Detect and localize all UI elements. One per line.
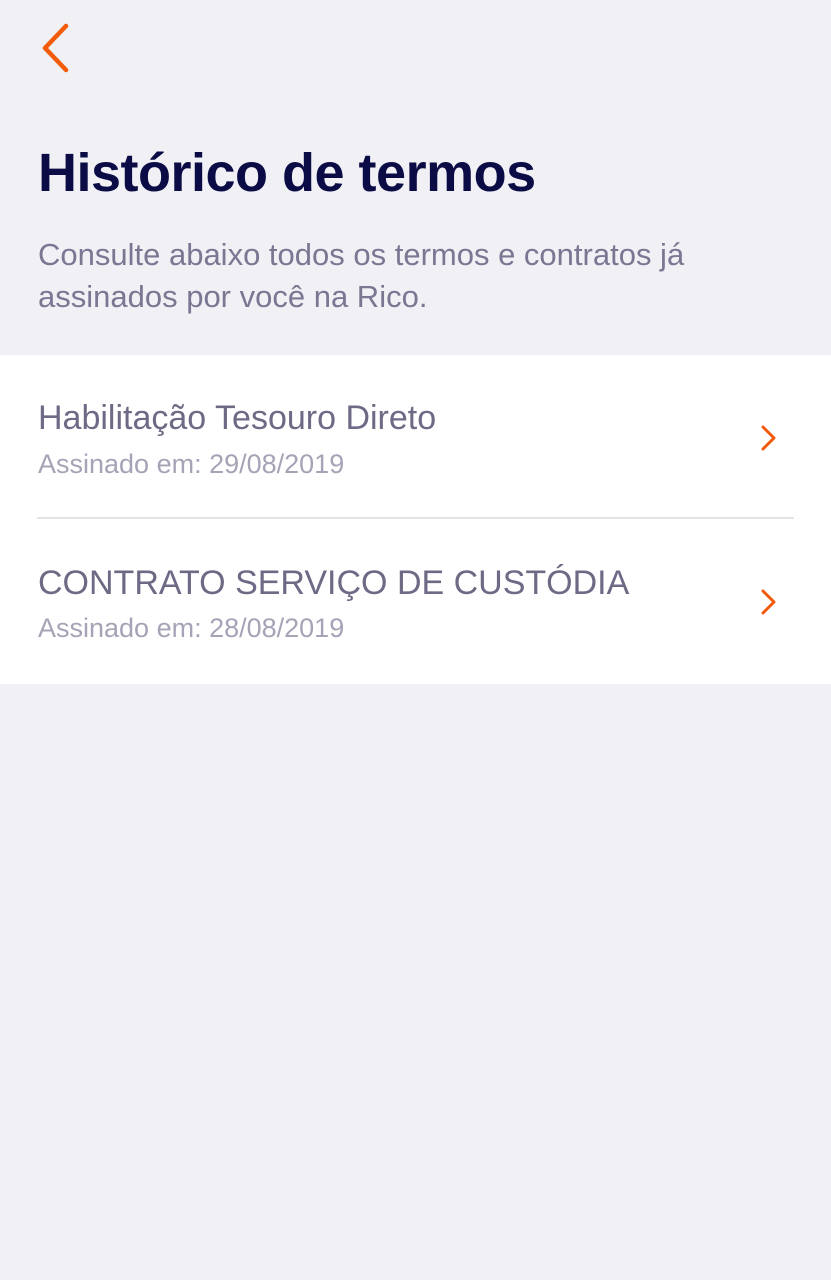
term-signed-date: Assinado em: 28/08/2019 [38, 613, 345, 643]
terms-list: Habilitação Tesouro Direto Assinado em: … [0, 355, 831, 684]
chevron-right-icon [758, 587, 780, 617]
term-title: Habilitação Tesouro Direto [38, 399, 437, 437]
page-header: Histórico de termos Consulte abaixo todo… [38, 138, 798, 318]
term-item-contrato-custodia[interactable]: CONTRATO SERVIÇO DE CUSTÓDIA Assinado em… [0, 519, 831, 684]
term-item-tesouro-direto[interactable]: Habilitação Tesouro Direto Assinado em: … [0, 355, 831, 519]
chevron-right-icon [758, 423, 780, 453]
term-signed-date: Assinado em: 29/08/2019 [38, 449, 345, 479]
page-title: Histórico de termos [38, 143, 536, 203]
back-button[interactable] [40, 18, 100, 82]
top-bar [0, 0, 831, 110]
chevron-left-icon [40, 22, 70, 79]
page-subtitle: Consulte abaixo todos os termos e contra… [38, 237, 685, 314]
term-title: CONTRATO SERVIÇO DE CUSTÓDIA [38, 564, 630, 602]
